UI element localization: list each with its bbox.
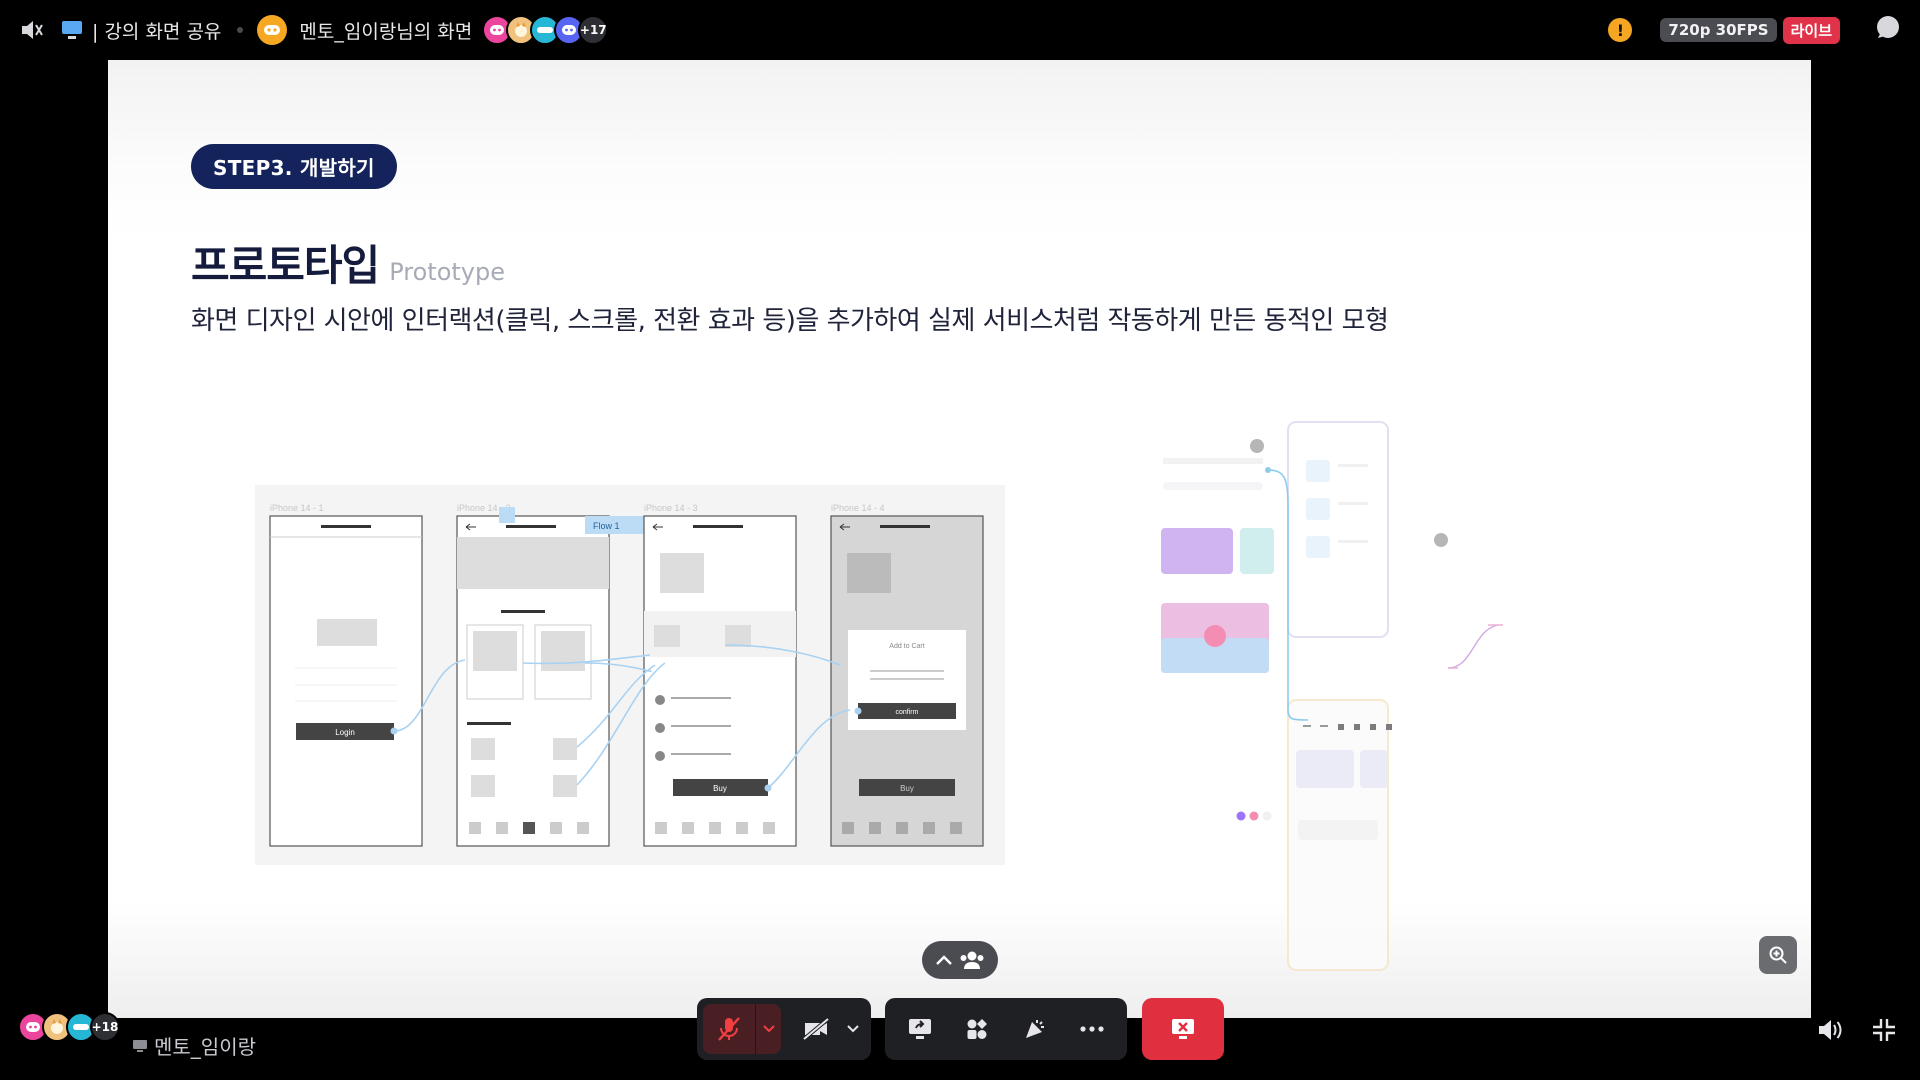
volume-icon bbox=[1819, 1020, 1842, 1040]
monitor-icon bbox=[58, 16, 86, 44]
leave-stream-icon bbox=[1172, 1019, 1194, 1039]
screen-share-icon bbox=[908, 1019, 931, 1039]
more-options-button[interactable] bbox=[1066, 1004, 1118, 1054]
activities-button[interactable] bbox=[951, 1004, 1003, 1054]
speaker-name: 멘토_임이랑 bbox=[154, 1035, 256, 1059]
confirm-button-label: confirm bbox=[896, 709, 919, 716]
login-button-label: Login bbox=[335, 728, 355, 737]
flow-tag-label: Flow 1 bbox=[593, 521, 620, 531]
av-controls bbox=[697, 998, 871, 1060]
separator-dot bbox=[237, 27, 244, 33]
volume-button[interactable] bbox=[1814, 1014, 1846, 1046]
warning-icon[interactable]: ! bbox=[1608, 18, 1633, 42]
exit-fullscreen-button[interactable] bbox=[1868, 1014, 1900, 1046]
chevron-down-icon bbox=[847, 1025, 859, 1033]
channel-title: 멘토_임이랑님의 화면 bbox=[299, 20, 473, 43]
mic-options-button[interactable] bbox=[755, 1004, 781, 1054]
activity-controls bbox=[885, 998, 1127, 1060]
participants-more-count: +18 bbox=[90, 1012, 120, 1042]
quality-badge: 720p 30FPS bbox=[1660, 18, 1777, 42]
title-korean: 프로토타입 bbox=[191, 241, 380, 290]
top-bar: | 강의 화면 공유 멘토_임이랑님의 화면 +17 ! 720p 30FPS … bbox=[0, 0, 1920, 60]
chevron-up-icon bbox=[936, 955, 952, 965]
soundboard-button[interactable] bbox=[1009, 1004, 1061, 1054]
wireframe-flow-illustration: iPhone 14 - 1 iPhone 14 - 2 iPhone 14 - … bbox=[255, 485, 1005, 865]
slide-description: 화면 디자인 시안에 인터랙션(클릭, 스크롤, 전환 효과 등)을 추가하여 … bbox=[191, 306, 1389, 336]
soundboard-icon bbox=[1025, 1020, 1044, 1038]
buy-button-label-2: Buy bbox=[900, 784, 914, 793]
participants-toggle-button[interactable] bbox=[922, 941, 998, 979]
viewer-more-count: +17 bbox=[578, 15, 609, 45]
zoom-in-icon bbox=[1769, 946, 1787, 964]
frame-label-1: iPhone 14 - 1 bbox=[270, 503, 324, 513]
mic-control bbox=[703, 1004, 781, 1054]
prototype-collage-illustration bbox=[1158, 420, 1658, 980]
stream-info: | 강의 화면 공유 멘토_임이랑님의 화면 +17 bbox=[18, 0, 609, 60]
share-title: | 강의 화면 공유 bbox=[92, 20, 222, 43]
viewer-avatars[interactable]: +17 bbox=[482, 15, 609, 45]
buy-button-label: Buy bbox=[713, 784, 727, 793]
exit-fullscreen-icon bbox=[1873, 1019, 1895, 1041]
camera-off-icon bbox=[802, 1017, 830, 1041]
mic-muted-icon bbox=[718, 1017, 740, 1041]
frame-label-4: iPhone 14 - 4 bbox=[831, 503, 885, 513]
slide-title: 프로토타입 Prototype bbox=[191, 232, 505, 293]
participants-icon bbox=[960, 951, 984, 969]
stream-status: ! 720p 30FPS 라이브 bbox=[1608, 0, 1902, 60]
screen-share-button[interactable] bbox=[894, 1004, 946, 1054]
camera-options-button[interactable] bbox=[841, 1004, 865, 1054]
step-label: STEP3. 개발하기 bbox=[191, 144, 397, 189]
activities-icon bbox=[967, 1019, 988, 1039]
speaker-icon[interactable] bbox=[18, 16, 46, 44]
title-english: Prototype bbox=[389, 258, 505, 286]
screen-icon bbox=[133, 1039, 147, 1052]
frame-label-3: iPhone 14 - 3 bbox=[644, 503, 698, 513]
channel-avatar bbox=[257, 15, 288, 45]
modal-title-label: Add to Cart bbox=[889, 643, 924, 650]
shared-screen: STEP3. 개발하기 프로토타입 Prototype 화면 디자인 시안에 인… bbox=[108, 60, 1811, 1018]
chat-icon[interactable] bbox=[1874, 14, 1902, 46]
camera-toggle-button[interactable] bbox=[793, 1004, 841, 1054]
participant-avatars[interactable]: +18 bbox=[18, 1012, 120, 1042]
leave-stream-button[interactable] bbox=[1142, 998, 1224, 1060]
chevron-down-icon bbox=[762, 1025, 775, 1033]
zoom-button[interactable] bbox=[1759, 936, 1797, 974]
live-badge: 라이브 bbox=[1782, 16, 1840, 44]
active-speaker-label: 멘토_임이랑 bbox=[132, 1031, 256, 1060]
more-icon bbox=[1080, 1026, 1104, 1032]
mic-toggle-button[interactable] bbox=[703, 1004, 755, 1054]
